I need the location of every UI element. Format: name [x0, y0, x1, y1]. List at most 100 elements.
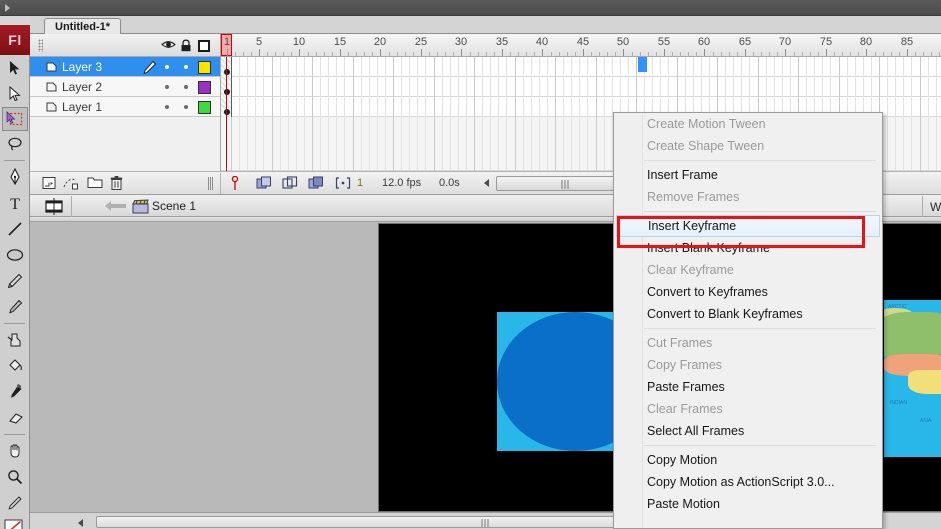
panel-grip-icon[interactable]	[38, 39, 43, 52]
visibility-dot[interactable]	[165, 105, 169, 109]
hand-tool[interactable]	[0, 438, 30, 464]
pencil-icon	[7, 273, 23, 289]
ruler-label: 20	[373, 36, 387, 48]
zoom-tool[interactable]	[0, 464, 30, 490]
lock-dot[interactable]	[184, 105, 188, 109]
layer-color-swatch[interactable]	[198, 81, 211, 94]
paint-bucket-tool[interactable]	[0, 353, 30, 379]
menu-item-label: Select All Frames	[647, 424, 745, 438]
eyedropper-tool[interactable]	[0, 379, 30, 405]
workspace-menu-label[interactable]: Worksp	[930, 200, 941, 214]
add-motion-guide-icon[interactable]	[63, 176, 79, 193]
visibility-dot[interactable]	[165, 65, 169, 69]
menu-item-label: Create Motion Tween	[647, 117, 766, 131]
menu-item-convert-to-blank-keyframes[interactable]: Convert to Blank Keyframes	[614, 303, 882, 325]
menu-item-paste-frames[interactable]: Paste Frames	[614, 376, 882, 398]
subselection-tool[interactable]	[0, 81, 30, 107]
layer-row[interactable]: Layer 3	[30, 57, 220, 77]
text-tool[interactable]: T	[0, 190, 30, 216]
ruler-major-tick	[380, 49, 381, 56]
brush-tool[interactable]	[0, 294, 30, 320]
ruler-minor-tick	[875, 52, 876, 56]
keyframe-dot[interactable]	[224, 109, 230, 115]
frame-column-divider	[255, 57, 256, 171]
ruler-minor-tick	[397, 52, 398, 56]
timeline-ruler[interactable]: 151015202530354045505560657075808590	[221, 34, 941, 57]
free-transform-tool[interactable]	[2, 107, 28, 131]
modify-onion-markers-icon[interactable]	[335, 176, 351, 193]
fill-color-tool[interactable]	[0, 516, 30, 529]
ruler-major-tick	[299, 49, 300, 56]
selection-tool[interactable]	[0, 55, 30, 81]
tool-divider	[4, 323, 25, 324]
stroke-color-tool[interactable]	[0, 490, 30, 516]
eraser-tool[interactable]	[0, 405, 30, 431]
lock-dot[interactable]	[184, 85, 188, 89]
ruler-minor-tick	[632, 52, 633, 56]
lock-dot[interactable]	[184, 65, 188, 69]
window-titlebar	[0, 0, 941, 16]
menu-item-copy-motion[interactable]: Copy Motion	[614, 449, 882, 471]
edit-multiple-frames-icon[interactable]	[308, 176, 324, 193]
outline-square-icon[interactable]	[198, 40, 210, 52]
menu-item-convert-to-keyframes[interactable]: Convert to Keyframes	[614, 281, 882, 303]
fps-value[interactable]: 12.0 fps	[382, 177, 421, 189]
ink-bottle-tool[interactable]	[0, 327, 30, 353]
pen-tool[interactable]	[0, 164, 30, 190]
trash-icon[interactable]	[110, 176, 123, 194]
visibility-dot[interactable]	[165, 85, 169, 89]
ruler-major-tick	[502, 49, 503, 56]
layer-icon	[46, 101, 57, 115]
menu-item-copy-motion-as-actionscript-3-0[interactable]: Copy Motion as ActionScript 3.0...	[614, 471, 882, 493]
frame-column-divider	[239, 57, 240, 171]
selected-frame-cell[interactable]	[638, 57, 647, 72]
scene-label[interactable]: Scene 1	[152, 199, 196, 213]
keyframe-dot[interactable]	[224, 69, 230, 75]
frame-column-divider	[555, 57, 556, 171]
menu-item-insert-frame[interactable]: Insert Frame	[614, 164, 882, 186]
lock-icon[interactable]	[180, 39, 192, 55]
scroll-left-arrow-icon[interactable]	[78, 519, 83, 527]
frame-column-divider	[417, 57, 418, 171]
layer-row[interactable]: Layer 2	[30, 77, 220, 97]
onion-skin-outline-icon[interactable]	[282, 176, 298, 193]
frame-column-divider	[920, 57, 921, 171]
eye-icon[interactable]	[161, 39, 176, 53]
menu-item-insert-blank-keyframe[interactable]: Insert Blank Keyframe	[614, 237, 882, 259]
layer-color-swatch[interactable]	[198, 61, 211, 74]
layer-color-swatch[interactable]	[198, 101, 211, 114]
frame-context-menu[interactable]: Create Motion Tween Create Shape Tween Ins…	[613, 112, 883, 529]
line-tool[interactable]	[0, 216, 30, 242]
ruler-major-tick	[461, 49, 462, 56]
frame-column-divider	[482, 57, 483, 171]
menu-item-paste-motion[interactable]: Paste Motion	[614, 493, 882, 515]
ruler-minor-tick	[607, 52, 608, 56]
menu-item-insert-keyframe[interactable]: Insert Keyframe	[616, 215, 880, 237]
frame-column-divider	[353, 57, 354, 171]
onion-skin-icon[interactable]	[256, 176, 272, 193]
new-layer-icon[interactable]	[42, 176, 56, 193]
hand-icon	[10, 444, 20, 458]
keyframe-dot[interactable]	[224, 89, 230, 95]
frame-column-divider	[903, 57, 904, 171]
free-transform-icon	[6, 111, 23, 126]
pencil-icon	[143, 60, 157, 77]
back-arrow-icon[interactable]	[105, 201, 126, 211]
new-folder-icon[interactable]	[87, 176, 103, 192]
lasso-tool[interactable]	[0, 131, 30, 157]
ruler-major-tick	[227, 49, 228, 56]
center-frame-icon[interactable]	[230, 175, 240, 194]
document-tab[interactable]: Untitled-1*	[44, 18, 121, 35]
oval-tool[interactable]	[0, 242, 30, 268]
menu-item-select-all-frames[interactable]: Select All Frames	[614, 420, 882, 442]
ruler-minor-tick	[372, 52, 373, 56]
collapse-arrow-icon[interactable]	[5, 4, 10, 12]
frame-column-divider	[442, 57, 443, 171]
layer-row[interactable]: Layer 1	[30, 97, 220, 117]
world-map-bitmap[interactable]: ARCTIC INDIAN ASIA	[884, 300, 941, 457]
filmstrip-icon[interactable]	[44, 198, 64, 218]
pencil-tool[interactable]	[0, 268, 30, 294]
tool-divider	[4, 160, 25, 161]
ruler-minor-tick	[251, 52, 252, 56]
scrub-left-arrow-icon[interactable]	[484, 179, 489, 187]
